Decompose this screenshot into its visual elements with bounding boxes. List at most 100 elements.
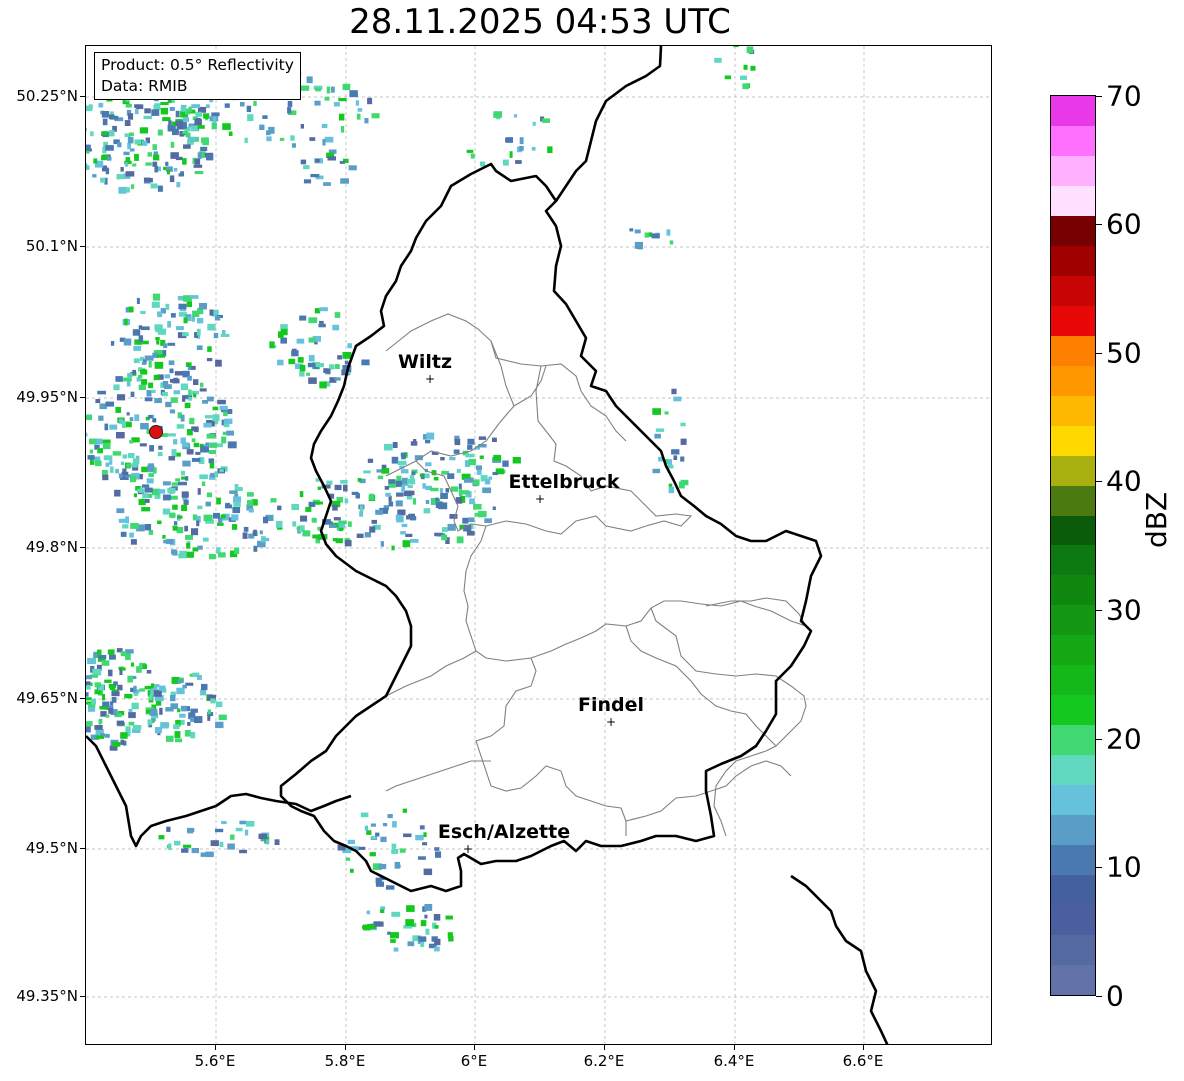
reflectivity-pixel bbox=[430, 487, 439, 492]
reflectivity-pixel bbox=[224, 418, 233, 425]
reflectivity-pixel bbox=[139, 443, 147, 447]
reflectivity-pixel bbox=[296, 526, 300, 530]
reflectivity-pixel bbox=[138, 384, 146, 390]
reflectivity-pixel bbox=[203, 422, 212, 428]
reflectivity-pixel bbox=[424, 914, 428, 919]
reflectivity-pixel bbox=[671, 449, 680, 455]
reflectivity-pixel bbox=[391, 911, 401, 917]
reflectivity-pixel bbox=[160, 102, 169, 105]
reflectivity-pixel bbox=[142, 340, 149, 345]
reflectivity-pixel bbox=[461, 490, 470, 495]
reflectivity-pixel bbox=[211, 122, 217, 130]
colorbar-tick-label: 60 bbox=[1106, 207, 1142, 241]
reflectivity-pixel bbox=[309, 137, 316, 141]
colorbar-segment bbox=[1051, 725, 1095, 756]
reflectivity-pixel bbox=[199, 388, 207, 392]
reflectivity-pixel bbox=[193, 393, 197, 398]
reflectivity-pixel bbox=[189, 295, 199, 299]
reflectivity-pixel bbox=[651, 233, 660, 239]
reflectivity-pixel bbox=[190, 731, 196, 739]
map-title: 28.11.2025 04:53 UTC bbox=[349, 2, 731, 42]
reflectivity-pixel bbox=[157, 520, 162, 525]
reflectivity-pixel bbox=[173, 439, 178, 445]
reflectivity-pixel bbox=[184, 525, 188, 532]
reflectivity-pixel bbox=[324, 96, 330, 101]
reflectivity-pixel bbox=[169, 368, 174, 374]
reflectivity-pixel bbox=[127, 453, 135, 459]
lat-tickmark bbox=[80, 996, 85, 997]
reflectivity-pixel bbox=[288, 358, 296, 365]
reflectivity-pixel bbox=[420, 941, 425, 947]
reflectivity-pixel bbox=[303, 179, 312, 184]
reflectivity-pixel bbox=[714, 57, 722, 63]
reflectivity-pixel bbox=[410, 516, 417, 521]
city-label-ettelbruck: Ettelbruck bbox=[508, 471, 620, 493]
city-marker-ettelbruck[interactable]: + bbox=[535, 493, 545, 505]
colorbar-tick-label: 40 bbox=[1106, 464, 1142, 498]
reflectivity-pixel bbox=[312, 534, 319, 539]
colorbar-segment bbox=[1051, 845, 1095, 876]
radar-site-marker[interactable] bbox=[149, 425, 163, 439]
reflectivity-pixel bbox=[333, 517, 341, 521]
reflectivity-pixel bbox=[177, 679, 184, 684]
reflectivity-pixel bbox=[332, 324, 340, 331]
reflectivity-pixel bbox=[396, 475, 402, 481]
reflectivity-pixel bbox=[433, 476, 439, 481]
lon-tick-label: 6.6°E bbox=[842, 1052, 884, 1070]
reflectivity-pixel bbox=[109, 654, 116, 660]
reflectivity-pixel bbox=[375, 877, 382, 884]
reflectivity-pixel bbox=[186, 449, 194, 455]
reflectivity-pixel bbox=[146, 478, 154, 484]
reflectivity-pixel bbox=[86, 414, 92, 421]
reflectivity-pixel bbox=[454, 438, 461, 446]
city-marker-wiltz[interactable]: + bbox=[425, 373, 435, 385]
reflectivity-pixel bbox=[644, 232, 649, 238]
reflectivity-pixel bbox=[397, 509, 406, 516]
reflectivity-pixel bbox=[193, 379, 199, 385]
map-canvas bbox=[86, 46, 991, 1044]
reflectivity-pixel bbox=[86, 681, 91, 685]
colorbar-tick bbox=[1096, 739, 1102, 740]
map-area[interactable]: Product: 0.5° Reflectivity Data: RMIB Wi… bbox=[85, 45, 992, 1045]
reflectivity-pixel bbox=[332, 538, 338, 542]
reflectivity-pixel bbox=[125, 649, 134, 654]
reflectivity-pixel bbox=[361, 359, 370, 366]
reflectivity-pixel bbox=[116, 720, 124, 726]
reflectivity-pixel bbox=[210, 840, 219, 846]
reflectivity-pixel bbox=[342, 351, 352, 359]
reflectivity-pixel bbox=[262, 115, 268, 119]
reflectivity-pixel bbox=[140, 423, 149, 430]
reflectivity-pixel bbox=[138, 325, 143, 330]
reflectivity-pixel bbox=[197, 505, 203, 510]
reflectivity-pixel bbox=[86, 726, 91, 733]
reflectivity-pixel bbox=[95, 735, 105, 739]
reflectivity-pixel bbox=[406, 905, 415, 912]
reflectivity-pixel bbox=[246, 492, 254, 497]
lon-tick-label: 6.4°E bbox=[713, 1052, 755, 1070]
reflectivity-pixel bbox=[177, 515, 183, 519]
reflectivity-pixel bbox=[147, 464, 154, 472]
city-marker-findel[interactable]: + bbox=[606, 716, 616, 728]
reflectivity-pixel bbox=[369, 852, 376, 857]
reflectivity-pixel bbox=[101, 694, 105, 701]
reflectivity-pixel bbox=[130, 523, 139, 529]
reflectivity-pixel bbox=[513, 114, 518, 118]
reflectivity-pixel bbox=[338, 527, 343, 532]
reflectivity-pixel bbox=[182, 158, 187, 165]
reflectivity-pixel bbox=[390, 939, 396, 943]
reflectivity-pixel bbox=[105, 714, 110, 718]
reflectivity-pixel bbox=[137, 488, 144, 493]
reflectivity-pixel bbox=[166, 735, 174, 742]
reflectivity-pixel bbox=[479, 161, 486, 167]
reflectivity-pixel bbox=[132, 329, 141, 336]
reflectivity-pixel bbox=[246, 105, 252, 112]
reflectivity-pixel bbox=[450, 486, 459, 492]
reflectivity-pixel bbox=[134, 414, 140, 422]
reflectivity-pixel bbox=[337, 355, 343, 360]
reflectivity-pixel bbox=[291, 350, 299, 357]
lat-tick-label: 49.35°N bbox=[16, 987, 78, 1005]
reflectivity-pixel bbox=[98, 718, 103, 724]
reflectivity-pixel bbox=[127, 142, 132, 150]
reflectivity-pixel bbox=[86, 127, 87, 131]
city-marker-esch-alzette[interactable]: + bbox=[463, 843, 473, 855]
